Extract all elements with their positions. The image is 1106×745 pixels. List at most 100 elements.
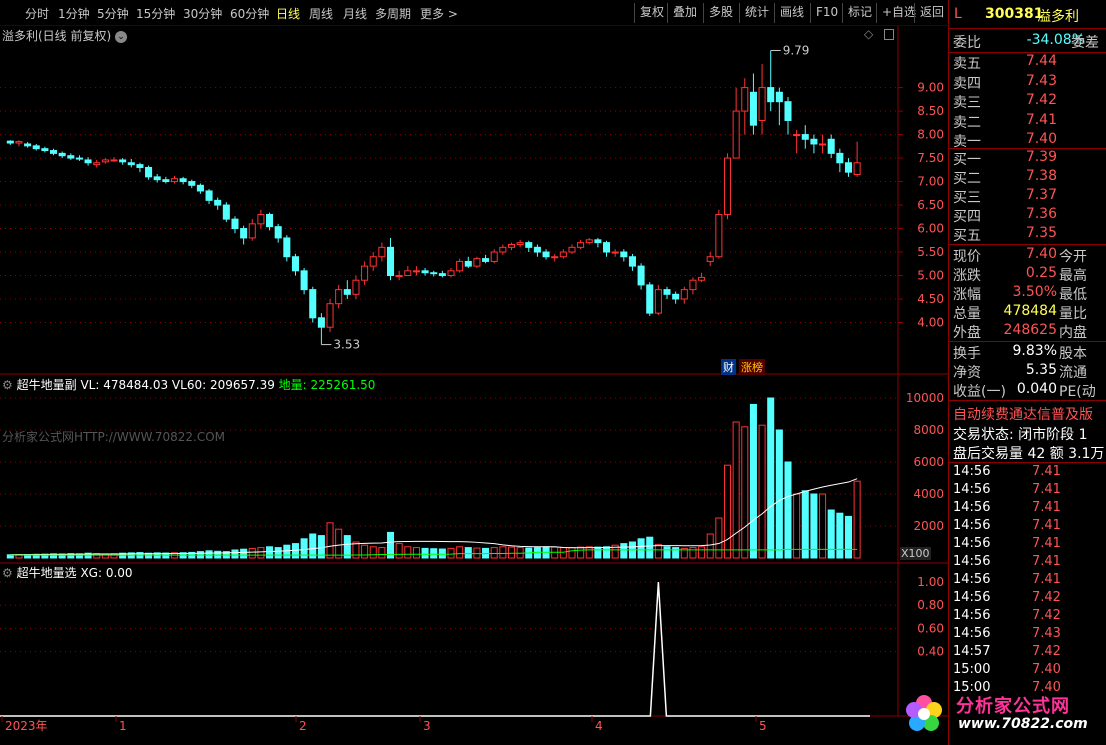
volume-bar [266, 546, 274, 559]
quote-label: 总量 [953, 306, 981, 322]
bid-row[interactable]: 买五 7.35 [949, 225, 1106, 244]
x-tick-label: 5 [759, 719, 767, 733]
candle-body [119, 159, 127, 163]
candle-body [525, 242, 533, 248]
period-tab-1[interactable]: 1分钟 [58, 5, 90, 22]
period-tab-4[interactable]: 30分钟 [183, 5, 222, 22]
volume-tick-label: 6000 [913, 455, 944, 469]
volume-bar [732, 421, 740, 559]
ask-row[interactable]: 卖五 7.44 [949, 53, 1106, 72]
candle-body [456, 260, 464, 272]
signal-indicator-name[interactable]: 超牛地量选 [17, 566, 77, 580]
quote-value: 478484 [1003, 303, 1057, 319]
tick-time: 14:56 [953, 536, 991, 551]
candle-body [421, 270, 429, 274]
x-tick-label: 2023年 [5, 719, 48, 733]
candle-body [594, 239, 602, 244]
candle-body [412, 270, 420, 273]
ask-price: 7.43 [1025, 72, 1057, 89]
candle-body [404, 270, 412, 277]
candle-body [672, 293, 680, 300]
period-tab-3[interactable]: 15分钟 [136, 5, 175, 22]
price-tick-label: 7.00 [917, 175, 944, 189]
period-tab-9[interactable]: 多周期 [375, 5, 411, 22]
toolbar-button-5[interactable]: F10 [810, 3, 843, 23]
ask-row[interactable]: 卖四 7.43 [949, 73, 1106, 92]
price-tick-label: 6.50 [917, 198, 944, 212]
bid-row[interactable]: 买四 7.36 [949, 206, 1106, 225]
candle-body [67, 155, 75, 159]
toolbar-button-6[interactable]: 标记 [842, 3, 877, 23]
candle-body [369, 256, 377, 267]
volume-bar [801, 490, 809, 559]
ask-row[interactable]: 卖二 7.41 [949, 112, 1106, 131]
candle-body [689, 279, 697, 291]
ask-row[interactable]: 卖三 7.42 [949, 92, 1106, 111]
candle-body [41, 148, 49, 152]
volume-bar [412, 547, 420, 559]
price-tick-label: 9.00 [917, 81, 944, 95]
candle-body [654, 289, 662, 314]
volume-bar [473, 547, 481, 559]
volume-bar [335, 528, 343, 559]
bid-row[interactable]: 买三 7.37 [949, 187, 1106, 206]
toolbar-button-2[interactable]: 多股 [703, 3, 738, 23]
quote-extra-label: 今开 [1059, 249, 1087, 265]
restore-icon[interactable] [884, 29, 894, 40]
candle-body [827, 138, 835, 154]
candle-body [507, 244, 516, 248]
candle-body [438, 273, 446, 277]
volume-bar [853, 480, 861, 559]
period-tab-0[interactable]: 分时 [25, 5, 49, 22]
volume-bar [827, 509, 835, 559]
candle-body [343, 289, 351, 295]
period-tab-7[interactable]: 周线 [309, 5, 333, 22]
candle-body [499, 246, 507, 253]
candle-body [136, 164, 144, 168]
period-tab-6[interactable]: 日线 [276, 5, 300, 22]
candle-body [110, 159, 118, 162]
bid-price: 7.38 [1025, 168, 1057, 184]
vl-value: VL: 478484.03 [80, 378, 169, 392]
candle-body [819, 143, 827, 146]
period-tab-8[interactable]: 月线 [343, 5, 367, 22]
period-tab-2[interactable]: 5分钟 [97, 5, 129, 22]
ask-price: 7.41 [1025, 111, 1057, 128]
volume-bar [715, 517, 723, 559]
candle-body [853, 162, 861, 176]
period-tab-10[interactable]: 更多 > [420, 5, 458, 22]
candle-body [698, 276, 706, 281]
toolbar-button-3[interactable]: 统计 [739, 3, 774, 23]
tick-time: 14:56 [953, 590, 991, 605]
signal-pane-header: ⚙ 超牛地量选 XG: 0.00 [2, 564, 133, 581]
candle-body [361, 265, 369, 281]
price-tick-label: 6.00 [917, 222, 944, 236]
toolbar-button-0[interactable]: 复权 [634, 3, 669, 23]
volume-bar [438, 548, 446, 559]
bid-row[interactable]: 买一 7.39 [949, 149, 1106, 168]
notice-text[interactable]: 自动续费通达信普及版 [953, 404, 1093, 424]
candle-body [196, 184, 204, 192]
tick-row: 14:56 7.41 [949, 536, 1106, 554]
volume-bar [240, 548, 248, 559]
vol-indicator-name[interactable]: 超牛地量副 [17, 378, 77, 392]
candle-body [145, 166, 153, 178]
toolbar-button-8[interactable]: 返回 [914, 3, 949, 23]
gear-icon[interactable]: ⚙ [2, 378, 13, 392]
period-tab-5[interactable]: 60分钟 [230, 5, 269, 22]
notice-row[interactable]: 自动续费通达信普及版 [949, 404, 1106, 423]
finance-badge[interactable]: 财 [721, 359, 736, 375]
toolbar-button-4[interactable]: 画线 [774, 3, 809, 23]
gear-icon[interactable]: ⚙ [2, 566, 13, 580]
volume-bar [767, 397, 775, 559]
diamond-icon[interactable]: ◇ [864, 27, 873, 41]
candle-body [283, 237, 291, 258]
volume-bar [663, 546, 671, 559]
candle-body [170, 178, 179, 183]
main-pane-title: 溢多利(日线 前复权) ⌄ [2, 27, 128, 44]
limit-up-badge[interactable]: 涨榜 [739, 359, 765, 375]
toolbar-button-1[interactable]: 叠加 [667, 3, 702, 23]
volume-bar [369, 546, 377, 559]
dropdown-icon[interactable]: ⌄ [115, 30, 128, 43]
bid-row[interactable]: 买二 7.38 [949, 168, 1106, 187]
